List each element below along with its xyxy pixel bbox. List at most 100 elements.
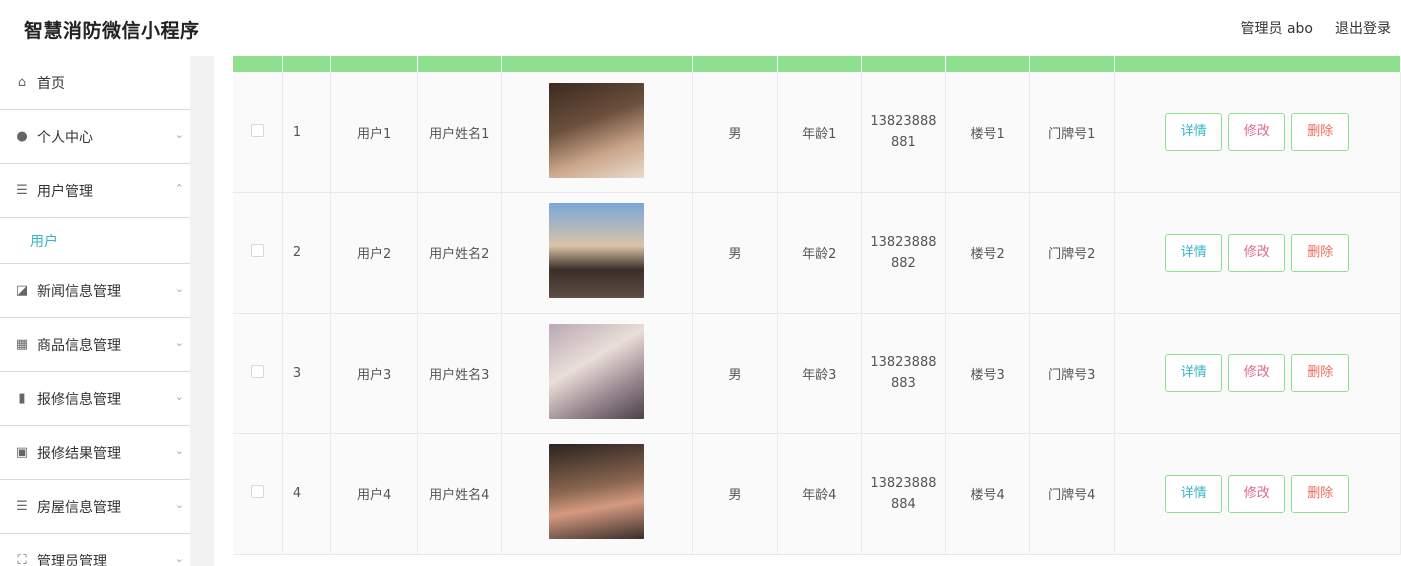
row-phone: 13823888 882 [861, 192, 947, 313]
main-content: 1 用户1 用户姓名1 男 年龄1 13823888 881 楼号1 门牌号1 详… [214, 56, 1401, 566]
sidebar-item-label: 首页 [37, 75, 65, 92]
list-icon: ☰ [16, 499, 28, 514]
chevron-down-icon: ⌄ [174, 390, 184, 403]
top-bar: 智慧消防微信小程序 管理员 abo 退出登录 [0, 0, 1401, 56]
row-building: 楼号4 [945, 433, 1030, 554]
table-row: 3 用户3 用户姓名3 男 年龄3 13823888 883 楼号3 门牌号3 详… [233, 313, 1401, 434]
sidebar-item-repair-info[interactable]: ▮ 报修信息管理 ⌄ [0, 372, 190, 426]
sidebar-item-label: 新闻信息管理 [37, 283, 121, 300]
sidebar-item-repair-result[interactable]: ▣ 报修结果管理 ⌄ [0, 426, 190, 480]
user-photo [549, 323, 645, 419]
sidebar-item-label: 用户管理 [37, 183, 93, 200]
home-icon: ⌂ [17, 75, 27, 90]
row-actions: 详情 修改 删除 [1114, 72, 1401, 193]
chevron-up-icon: ⌃ [174, 182, 184, 195]
table-row: 2 用户2 用户姓名2 男 年龄2 13823888 882 楼号2 门牌号2 详… [233, 192, 1401, 313]
sidebar-item-label: 报修结果管理 [37, 445, 121, 462]
app-title: 智慧消防微信小程序 [24, 20, 200, 42]
row-name: 用户姓名1 [417, 72, 502, 193]
row-building: 楼号3 [945, 313, 1030, 434]
row-checkbox[interactable] [250, 244, 264, 258]
row-age: 年龄1 [777, 72, 862, 193]
chevron-down-icon: ⌄ [174, 552, 184, 565]
detail-button[interactable]: 详情 [1165, 354, 1223, 393]
delete-button[interactable]: 删除 [1291, 233, 1350, 272]
edit-button[interactable]: 修改 [1228, 354, 1286, 393]
sidebar-item-label: 个人中心 [37, 129, 93, 146]
chart-area-icon: ◪ [15, 283, 29, 298]
chevron-down-icon: ⌄ [174, 336, 184, 349]
logout-link[interactable]: 退出登录 [1335, 18, 1391, 38]
sidebar-item-news[interactable]: ◪ 新闻信息管理 ⌄ [0, 264, 190, 318]
detail-button[interactable]: 详情 [1165, 113, 1223, 151]
frame-icon: ⛶ [17, 553, 27, 566]
row-name: 用户姓名4 [417, 433, 502, 554]
list-icon: ☰ [16, 183, 28, 198]
edit-button[interactable]: 修改 [1228, 474, 1286, 513]
sidebar-item-home[interactable]: ⌂ 首页 [0, 56, 190, 110]
bar-chart-icon: ▮ [18, 391, 26, 406]
row-door: 门牌号3 [1029, 313, 1115, 434]
row-age: 年龄4 [777, 433, 862, 554]
sidebar-item-user-management[interactable]: ☰ 用户管理 ⌃ [0, 164, 190, 218]
row-checkbox[interactable] [250, 485, 264, 499]
row-gender: 男 [692, 72, 778, 193]
sidebar-item-personal-center[interactable]: ● 个人中心 ⌄ [0, 110, 190, 164]
row-age: 年龄3 [777, 313, 862, 434]
user-photo [549, 82, 645, 178]
row-account: 用户3 [330, 313, 418, 434]
table-header [233, 56, 1401, 72]
sidebar-gutter [190, 56, 214, 566]
delete-button[interactable]: 删除 [1291, 474, 1350, 513]
row-checkbox[interactable] [250, 364, 264, 378]
grid-icon: ▦ [15, 337, 29, 352]
row-age: 年龄2 [777, 192, 862, 313]
row-index: 1 [282, 72, 332, 193]
row-name: 用户姓名2 [417, 192, 502, 313]
row-name: 用户姓名3 [417, 313, 502, 434]
chevron-down-icon: ⌄ [174, 444, 184, 457]
sidebar-item-label: 房屋信息管理 [37, 499, 121, 516]
sidebar-subitem-user[interactable]: 用户 [0, 218, 190, 264]
current-user[interactable]: 管理员 abo [1241, 18, 1313, 38]
row-phone: 13823888 881 [861, 72, 947, 193]
user-photo [549, 203, 645, 299]
row-door: 门牌号1 [1029, 72, 1115, 193]
chevron-down-icon: ⌄ [174, 498, 184, 511]
row-door: 门牌号2 [1029, 192, 1115, 313]
sidebar-item-label: 商品信息管理 [37, 337, 121, 354]
row-index: 2 [282, 192, 332, 313]
row-account: 用户1 [330, 72, 418, 193]
delete-button[interactable]: 删除 [1291, 113, 1350, 151]
delete-button[interactable]: 删除 [1291, 354, 1350, 393]
row-actions: 详情 修改 删除 [1114, 313, 1401, 434]
row-account: 用户2 [330, 192, 418, 313]
row-gender: 男 [692, 313, 778, 434]
row-building: 楼号2 [945, 192, 1030, 313]
detail-button[interactable]: 详情 [1165, 233, 1223, 272]
header-actions: 管理员 abo 退出登录 [1241, 18, 1391, 38]
user-icon: ● [16, 129, 28, 144]
sidebar-item-admin[interactable]: ⛶ 管理员管理 ⌄ [0, 534, 190, 566]
edit-button[interactable]: 修改 [1228, 113, 1286, 151]
chevron-down-icon: ⌄ [174, 282, 184, 295]
edit-button[interactable]: 修改 [1228, 233, 1286, 272]
sidebar: ⌂ 首页 ● 个人中心 ⌄ ☰ 用户管理 ⌃ 用户 ◪ 新闻信息管理 ⌄ ▦ 商… [0, 56, 190, 566]
row-actions: 详情 修改 删除 [1114, 433, 1401, 554]
user-table: 1 用户1 用户姓名1 男 年龄1 13823888 881 楼号1 门牌号1 详… [233, 56, 1401, 555]
user-photo [549, 444, 645, 540]
detail-button[interactable]: 详情 [1165, 474, 1223, 513]
sidebar-item-house-info[interactable]: ☰ 房屋信息管理 ⌄ [0, 480, 190, 534]
row-index: 4 [282, 433, 332, 554]
row-checkbox[interactable] [250, 123, 264, 137]
chevron-down-icon: ⌄ [174, 128, 184, 141]
sidebar-item-goods[interactable]: ▦ 商品信息管理 ⌄ [0, 318, 190, 372]
row-phone: 13823888 884 [861, 433, 947, 554]
row-index: 3 [282, 313, 332, 434]
row-phone: 13823888 883 [861, 313, 947, 434]
row-gender: 男 [692, 192, 778, 313]
row-building: 楼号1 [945, 72, 1030, 193]
table-row: 4 用户4 用户姓名4 男 年龄4 13823888 884 楼号4 门牌号4 详… [233, 433, 1401, 554]
row-account: 用户4 [330, 433, 418, 554]
sidebar-item-label: 管理员管理 [37, 553, 107, 566]
